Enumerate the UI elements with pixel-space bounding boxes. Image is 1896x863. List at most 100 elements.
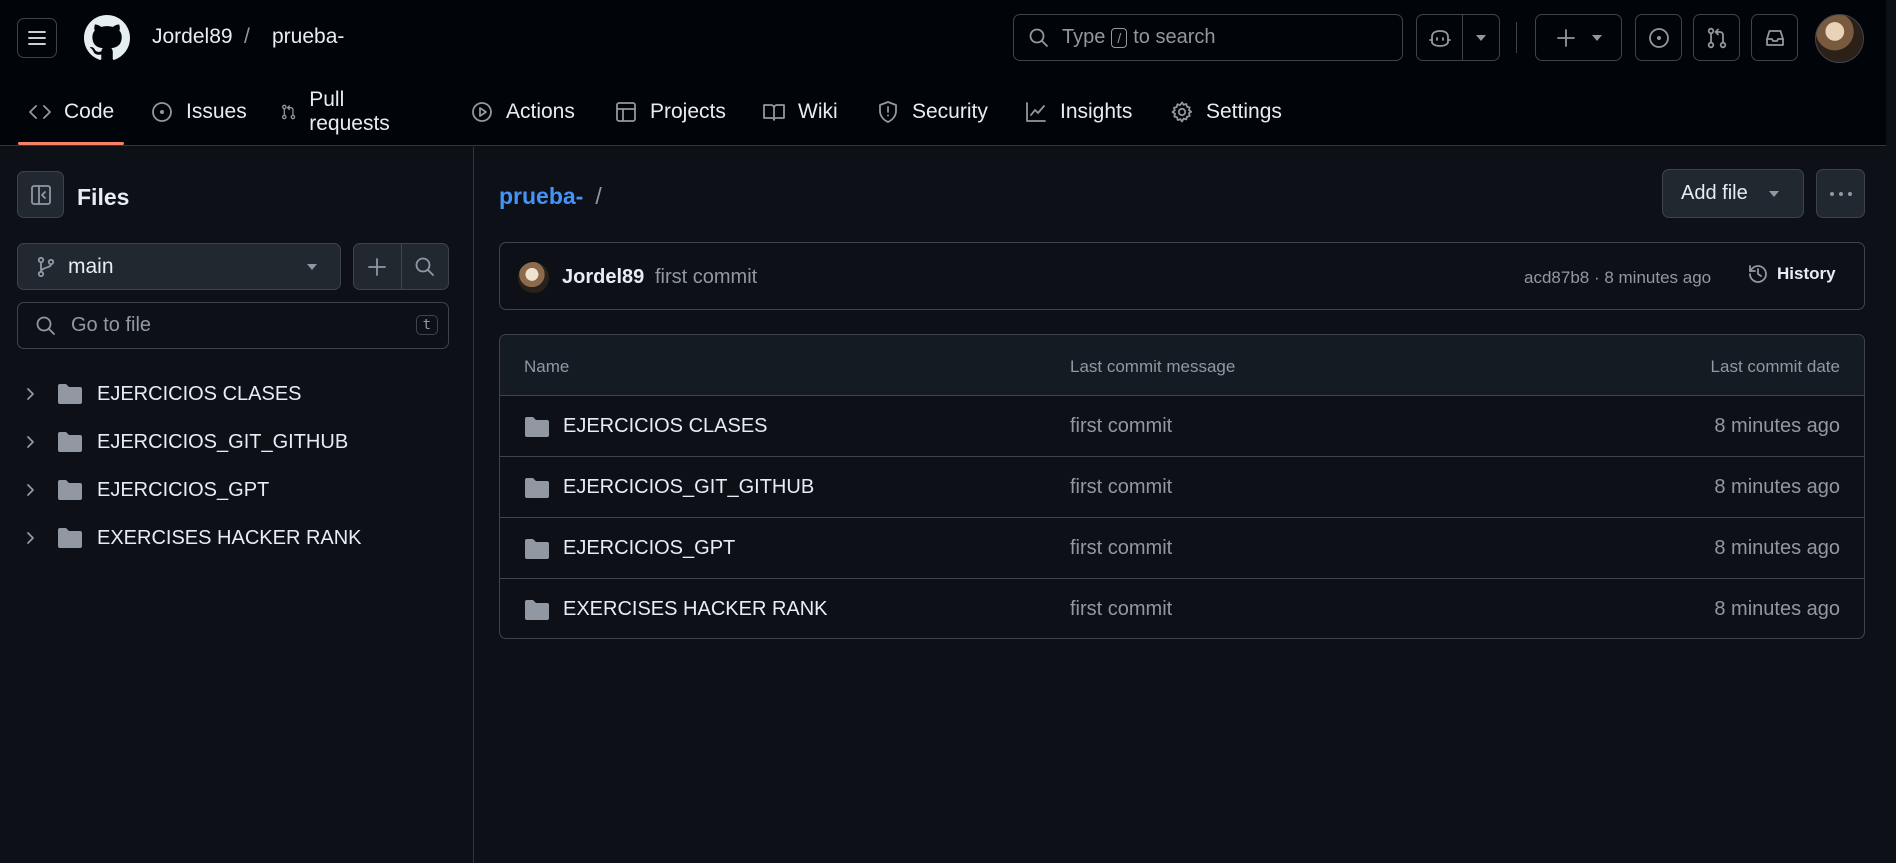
create-new-button[interactable]: [1535, 14, 1622, 61]
kebab-horizontal-icon: [1829, 191, 1852, 196]
breadcrumb: prueba- /: [499, 183, 602, 210]
book-icon: [763, 104, 785, 121]
caret-down-icon: [1591, 34, 1602, 41]
tree-item-label: EXERCISES HACKER RANK: [97, 526, 362, 549]
commit-date: 8 minutes ago: [1714, 598, 1840, 620]
tree-item-folder[interactable]: EJERCICIOS_GIT_GITHUB: [17, 418, 457, 466]
add-file-button[interactable]: Add file: [1662, 169, 1804, 218]
tree-item-folder[interactable]: EJERCICIOS CLASES: [17, 370, 457, 418]
chevron-right-icon[interactable]: [21, 434, 43, 450]
commit-message-link[interactable]: first commit: [1070, 598, 1172, 621]
tab-wiki[interactable]: Wiki: [752, 88, 848, 136]
history-button[interactable]: History: [1747, 263, 1836, 285]
tab-issues[interactable]: Issues: [140, 88, 257, 136]
tab-label: Pull requests: [309, 88, 390, 135]
history-icon: [1749, 265, 1767, 283]
inbox-button[interactable]: [1751, 14, 1798, 61]
tree-item-label: EJERCICIOS_GPT: [97, 478, 270, 501]
github-logo-icon[interactable]: [84, 15, 130, 61]
search-icon: [1029, 28, 1048, 47]
column-header-date: Last commit date: [1710, 357, 1840, 376]
owner-link[interactable]: Jordel89: [152, 25, 233, 49]
tab-label: Code: [64, 100, 115, 123]
your-issues-button[interactable]: [1635, 14, 1682, 61]
folder-icon: [525, 417, 549, 437]
copilot-dropdown-button[interactable]: [1463, 15, 1499, 60]
commit-message-link[interactable]: first commit: [1070, 476, 1172, 499]
tab-security[interactable]: Security: [866, 88, 998, 136]
table-row[interactable]: EXERCISES HACKER RANK first commit 8 min…: [500, 579, 1864, 638]
file-name-link[interactable]: EJERCICIOS_GIT_GITHUB: [563, 476, 814, 499]
repo-link[interactable]: prueba-: [272, 25, 344, 49]
search-icon: [415, 257, 434, 276]
file-name-link[interactable]: EXERCISES HACKER RANK: [563, 598, 828, 621]
search-code-button[interactable]: [400, 244, 449, 289]
table-row[interactable]: EJERCICIOS CLASES first commit 8 minutes…: [500, 396, 1864, 457]
file-tree-sidebar: Files main Go to file t EJERCICIOS CLASE…: [0, 147, 474, 863]
commit-author[interactable]: Jordel89: [562, 266, 644, 289]
column-header-name: Name: [524, 357, 570, 376]
file-tree: EJERCICIOS CLASES EJERCICIOS_GIT_GITHUB …: [17, 370, 457, 562]
tab-insights[interactable]: Insights: [1014, 88, 1142, 136]
tree-item-label: EJERCICIOS_GIT_GITHUB: [97, 430, 349, 453]
commit-message[interactable]: first commit: [655, 266, 757, 289]
table-row[interactable]: EJERCICIOS_GPT first commit 8 minutes ag…: [500, 518, 1864, 579]
copilot-button[interactable]: [1417, 15, 1463, 60]
tab-label: Actions: [506, 100, 575, 123]
tab-settings[interactable]: Settings: [1160, 88, 1292, 136]
user-avatar[interactable]: [1815, 14, 1864, 63]
code-icon: [29, 105, 51, 119]
git-branch-icon: [37, 256, 55, 277]
go-to-file-input[interactable]: Go to file t: [17, 302, 449, 349]
search-input[interactable]: Type / to search: [1013, 14, 1403, 61]
folder-icon: [58, 432, 82, 452]
history-label: History: [1777, 264, 1836, 283]
chevron-right-icon[interactable]: [21, 482, 43, 498]
menu-button[interactable]: [17, 18, 57, 58]
copilot-icon: [1428, 29, 1451, 47]
file-name-link[interactable]: EJERCICIOS CLASES: [563, 415, 768, 438]
breadcrumb-repo-link[interactable]: prueba-: [499, 183, 583, 209]
sidebar-actions: [353, 243, 449, 290]
tab-label: Security: [912, 100, 988, 123]
file-name-link[interactable]: EJERCICIOS_GPT: [563, 537, 735, 560]
table-header: Name Last commit message Last commit dat…: [500, 335, 1864, 396]
plus-icon: [368, 257, 387, 276]
folder-icon: [58, 480, 82, 500]
collapse-sidebar-button[interactable]: [17, 171, 64, 218]
chevron-right-icon[interactable]: [21, 386, 43, 402]
search-placeholder-suffix: to search: [1133, 26, 1216, 48]
add-file-sidebar-button[interactable]: [354, 244, 401, 289]
go-to-file-placeholder: Go to file: [71, 314, 152, 336]
chevron-right-icon[interactable]: [21, 530, 43, 546]
tab-code[interactable]: Code: [18, 88, 125, 145]
tab-pull-requests[interactable]: Pull requests: [270, 88, 407, 136]
commit-hash-time[interactable]: acd87b8 · 8 minutes ago: [1524, 268, 1711, 288]
tab-actions[interactable]: Actions: [460, 88, 585, 136]
tree-item-label: EJERCICIOS CLASES: [97, 382, 302, 405]
folder-icon: [525, 539, 549, 559]
more-options-button[interactable]: [1816, 169, 1865, 218]
go-to-file-shortcut: t: [415, 315, 438, 335]
commit-message-link[interactable]: first commit: [1070, 537, 1172, 560]
tree-item-folder[interactable]: EXERCISES HACKER RANK: [17, 514, 457, 562]
search-placeholder-prefix: Type: [1062, 26, 1106, 48]
tree-item-folder[interactable]: EJERCICIOS_GPT: [17, 466, 457, 514]
graph-icon: [1026, 102, 1046, 122]
your-pull-requests-button[interactable]: [1693, 14, 1740, 61]
plus-icon: [1556, 28, 1575, 47]
tab-projects[interactable]: Projects: [604, 88, 736, 136]
header-divider: [1516, 22, 1517, 53]
sidebar-collapse-icon: [30, 184, 51, 205]
commit-author-avatar[interactable]: [518, 262, 549, 293]
copilot-button-group: [1416, 14, 1500, 61]
commit-message-link[interactable]: first commit: [1070, 415, 1172, 438]
branch-selector[interactable]: main: [17, 243, 341, 290]
shield-icon: [879, 101, 897, 123]
folder-icon: [525, 600, 549, 620]
table-row[interactable]: EJERCICIOS_GIT_GITHUB first commit 8 min…: [500, 457, 1864, 518]
git-pull-request-icon: [1707, 27, 1726, 48]
page-scrollbar[interactable]: [1886, 0, 1896, 863]
commit-date: 8 minutes ago: [1714, 537, 1840, 559]
top-bar: Jordel89 / prueba- Type / to search: [0, 0, 1896, 78]
